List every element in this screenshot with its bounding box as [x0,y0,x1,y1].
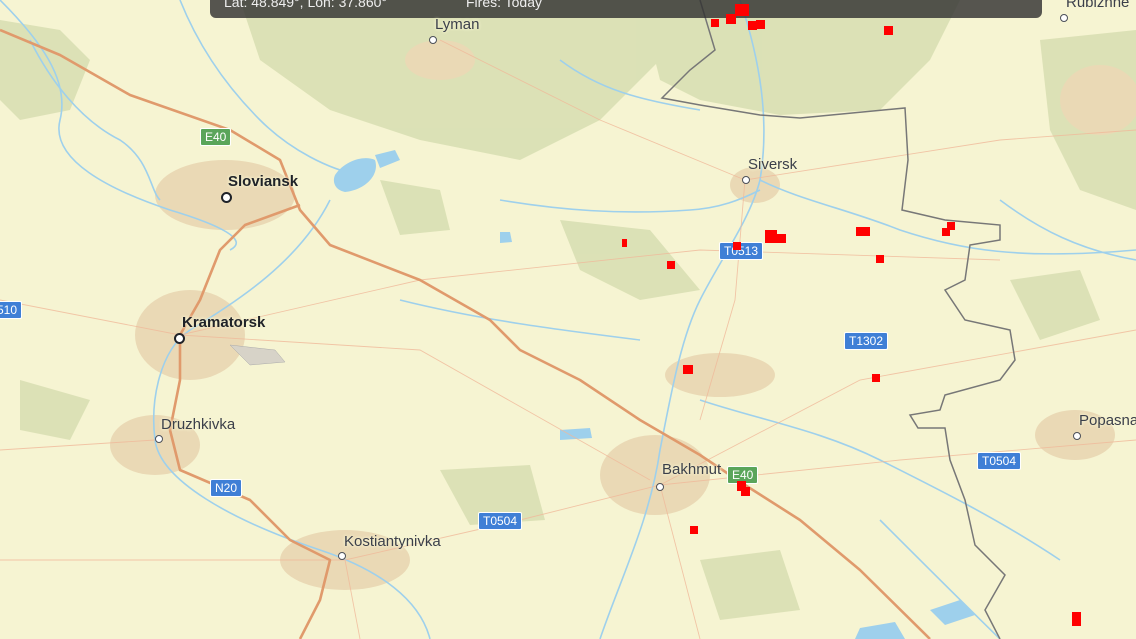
fire-marker[interactable] [683,365,693,374]
fire-marker[interactable] [667,261,675,269]
fire-marker[interactable] [733,242,741,250]
road-shield-t0510: T0510 [0,301,23,319]
fire-marker[interactable] [856,227,870,236]
status-bar: Lat: 48.849°, Lon: 37.860° Fires: Today [210,0,1042,18]
city-label-lyman: Lyman [435,16,480,33]
city-label-rubizhne: Rubizhne [1066,0,1130,11]
city-marker-lyman[interactable] [429,36,437,44]
city-marker-druzhkivka[interactable] [155,435,163,443]
fire-marker[interactable] [711,19,719,27]
road-shield-e40-north: E40 [200,128,232,146]
fire-marker[interactable] [947,222,955,230]
city-marker-kramatorsk[interactable] [174,333,185,344]
fire-marker[interactable] [884,26,893,35]
city-label-bakhmut: Bakhmut [662,461,722,478]
fire-marker[interactable] [622,239,627,247]
city-marker-rubizhne[interactable] [1060,14,1068,22]
fires-layer-label[interactable]: Fires: Today [466,0,542,10]
fire-marker[interactable] [876,255,884,263]
fire-marker[interactable] [775,234,786,243]
city-marker-bakhmut[interactable] [656,483,664,491]
fire-marker[interactable] [756,20,765,29]
coordinates-readout: Lat: 48.849°, Lon: 37.860° [224,0,387,10]
fire-marker[interactable] [741,487,750,496]
city-label-sloviansk: Sloviansk [228,173,299,190]
city-label-siversk: Siversk [748,156,798,173]
fire-marker[interactable] [690,526,698,534]
road-shield-t0504-west: T0504 [478,512,523,530]
fire-marker[interactable] [872,374,880,382]
road-shield-t0513: T0513 [719,242,764,260]
city-marker-siversk[interactable] [742,176,750,184]
fire-marker[interactable] [735,4,749,16]
city-marker-popasna[interactable] [1073,432,1081,440]
road-shield-t1302: T1302 [844,332,889,350]
city-marker-kostiantynivka[interactable] [338,552,346,560]
basemap [0,0,1136,639]
city-label-druzhkivka: Druzhkivka [161,416,236,433]
city-marker-sloviansk[interactable] [221,192,232,203]
city-label-popasna: Popasna [1079,412,1136,429]
city-label-kramatorsk: Kramatorsk [182,314,266,331]
city-label-kostiantynivka: Kostiantynivka [344,533,441,550]
fire-marker[interactable] [1072,612,1081,626]
road-shield-t0504-east: T0504 [977,452,1022,470]
map-view[interactable]: Lat: 48.849°, Lon: 37.860° Fires: Today … [0,0,1136,639]
road-shield-n20: N20 [210,479,243,497]
